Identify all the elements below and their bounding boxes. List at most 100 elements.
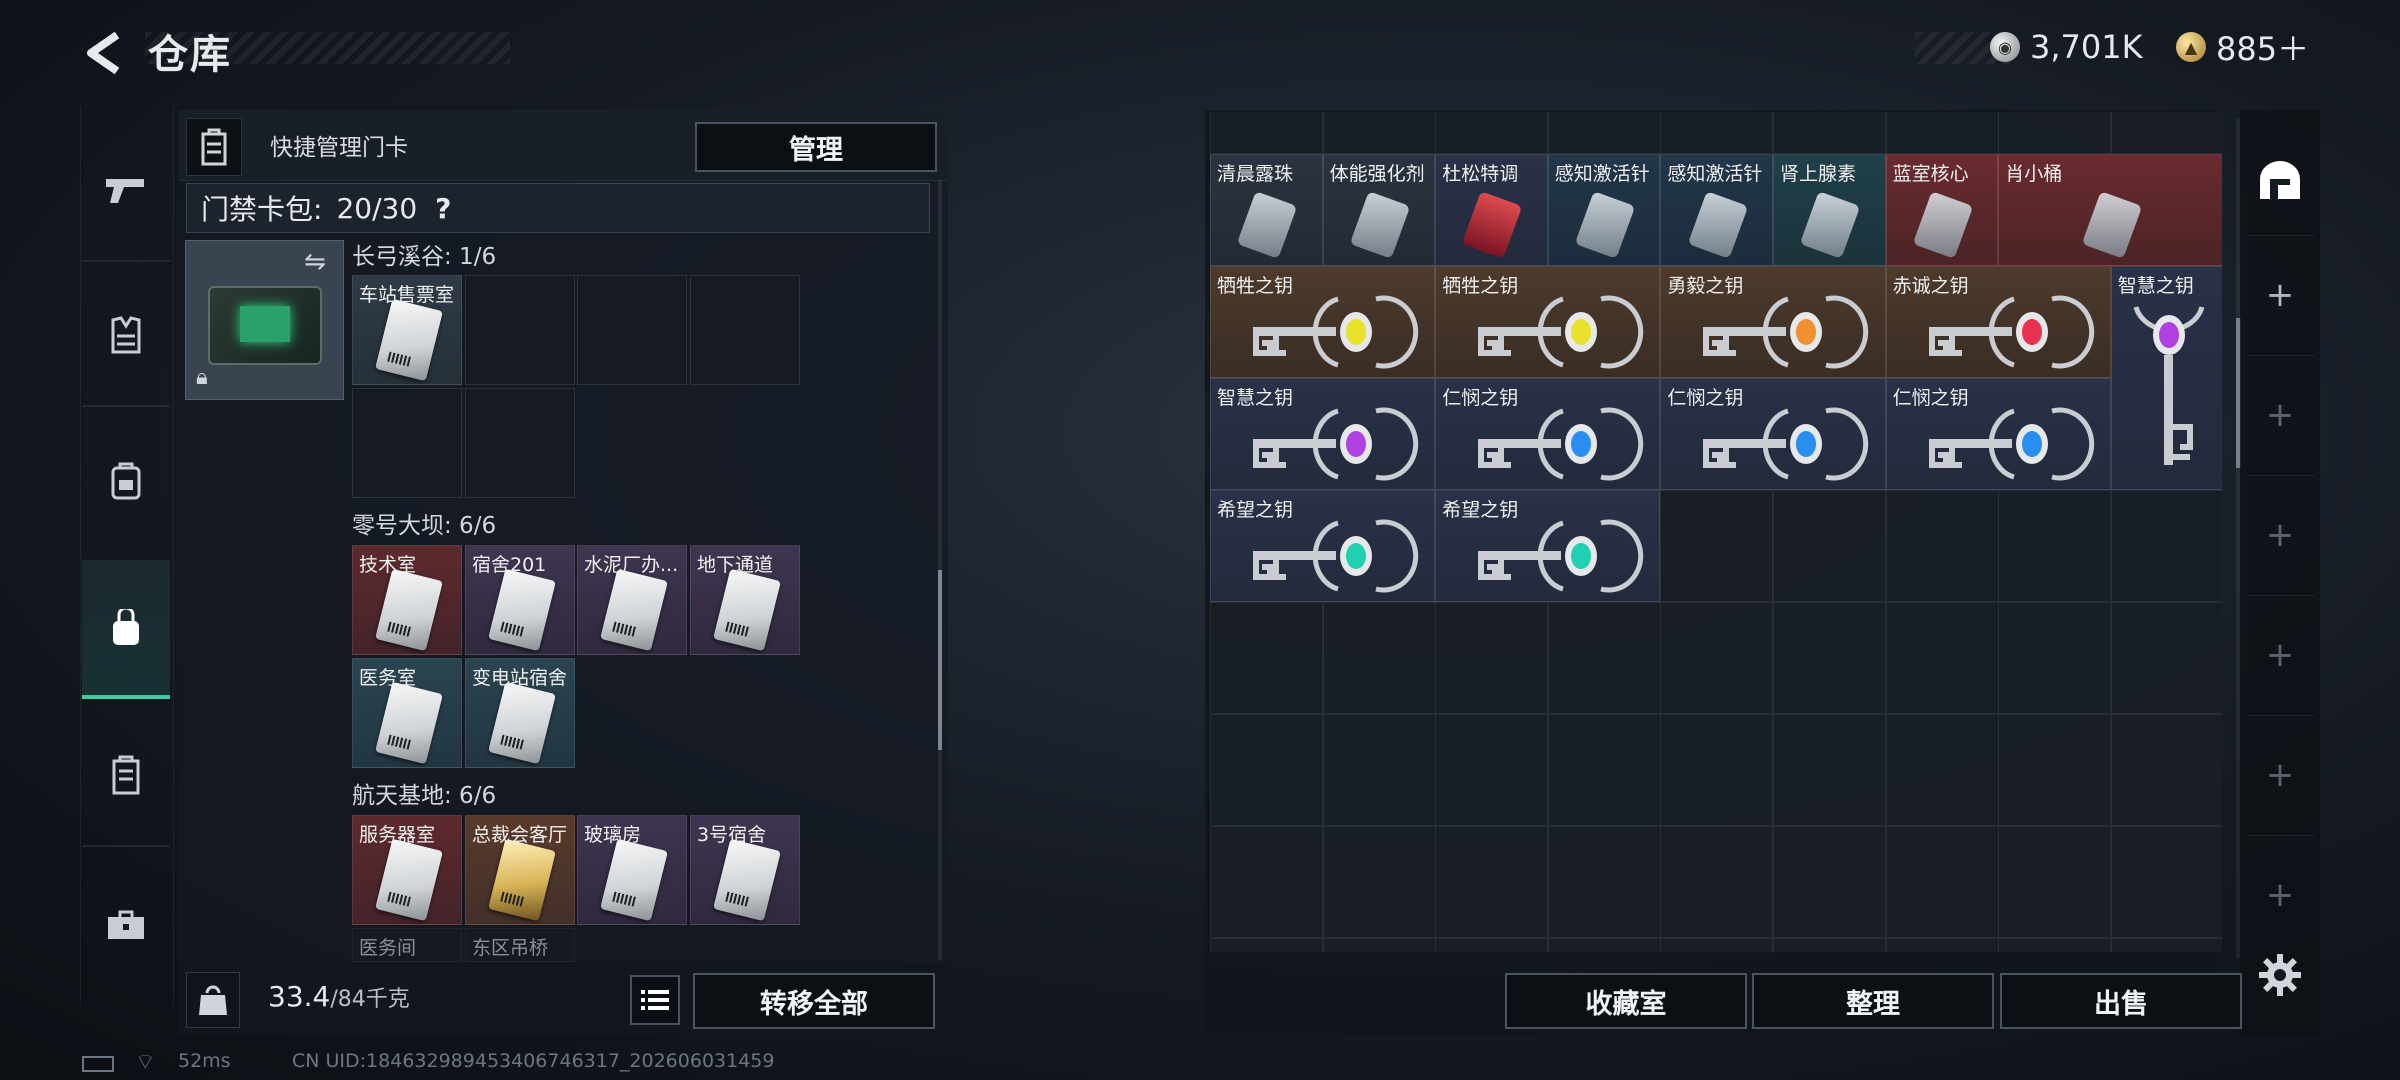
key-item[interactable]: 赤诚之钥: [1885, 266, 2111, 378]
grid-cell[interactable]: [1547, 112, 1661, 154]
inventory-item[interactable]: 蓝室核心: [1885, 154, 1999, 266]
grid-cell[interactable]: [1885, 714, 1999, 826]
transfer-all-button[interactable]: 转移全部: [693, 973, 935, 1029]
keycard-slot[interactable]: 宿舍201: [465, 545, 575, 655]
sell-button[interactable]: 出售: [2000, 973, 2242, 1029]
grid-cell[interactable]: [2110, 602, 2222, 714]
grid-cell[interactable]: [1885, 490, 1999, 602]
grid-cell[interactable]: [2110, 714, 2222, 826]
nav-keycard-case[interactable]: [82, 560, 170, 699]
keycard-slot[interactable]: 总裁会客厅: [465, 815, 575, 925]
keycard-slot[interactable]: 3号宿舍: [690, 815, 800, 925]
grid-cell[interactable]: [1998, 112, 2112, 154]
left-scrollbar[interactable]: [938, 180, 942, 960]
grid-cell[interactable]: [1435, 938, 1549, 952]
key-item[interactable]: 希望之钥: [1210, 490, 1436, 602]
grid-cell[interactable]: [1435, 826, 1549, 938]
collection-room-button[interactable]: 收藏室: [1505, 973, 1747, 1029]
inventory-item[interactable]: 肖小桶: [1998, 154, 2222, 266]
grid-cell[interactable]: [1660, 938, 1774, 952]
settings-gear-icon[interactable]: [2255, 950, 2305, 1000]
inventory-item[interactable]: 感知激活针: [1547, 154, 1661, 266]
keycard-case-slot[interactable]: ⇋ 🔒︎: [185, 240, 344, 400]
grid-cell[interactable]: [1435, 602, 1549, 714]
tab-add-6[interactable]: +: [2245, 840, 2315, 950]
grid-cell[interactable]: [1322, 938, 1436, 952]
manage-button[interactable]: 管理: [695, 122, 937, 172]
grid-cell[interactable]: [1547, 602, 1661, 714]
inventory-item[interactable]: 肾上腺素: [1773, 154, 1886, 266]
key-item[interactable]: 仁悯之钥: [1435, 378, 1661, 490]
sort-button[interactable]: 整理: [1752, 973, 1994, 1029]
grid-cell[interactable]: [1885, 938, 1999, 952]
grid-cell[interactable]: [1998, 602, 2112, 714]
grid-cell[interactable]: [1998, 714, 2112, 826]
nav-armor[interactable]: [82, 290, 170, 380]
key-item[interactable]: 仁悯之钥: [1660, 378, 1886, 490]
swap-icon[interactable]: ⇋: [304, 247, 326, 277]
key-item[interactable]: 牺牲之钥: [1435, 266, 1661, 378]
grid-cell[interactable]: [1435, 112, 1549, 154]
inventory-item[interactable]: 清晨露珠: [1210, 154, 1323, 266]
grid-cell[interactable]: [1998, 826, 2112, 938]
grid-cell[interactable]: [1773, 714, 1886, 826]
grid-cell[interactable]: [1210, 112, 1323, 154]
key-item[interactable]: 智慧之钥: [2110, 266, 2222, 490]
keycard-slot[interactable]: 地下通道: [690, 545, 800, 655]
grid-cell[interactable]: [1773, 602, 1886, 714]
key-item[interactable]: 希望之钥: [1435, 490, 1661, 602]
grid-cell[interactable]: [1660, 714, 1774, 826]
grid-cell[interactable]: [2110, 112, 2222, 154]
grid-cell[interactable]: [1998, 490, 2112, 602]
grid-cell[interactable]: [1998, 938, 2112, 952]
grid-cell[interactable]: [1773, 490, 1886, 602]
grid-cell[interactable]: [2110, 938, 2222, 952]
keycard-slot-empty[interactable]: [352, 388, 462, 498]
grid-cell[interactable]: [1322, 826, 1436, 938]
nav-weapon[interactable]: [82, 145, 170, 235]
keycard-slot[interactable]: 服务器室: [352, 815, 462, 925]
keycard-slot[interactable]: 医务间: [352, 928, 462, 962]
grid-cell[interactable]: [1885, 112, 1999, 154]
help-icon[interactable]: ?: [435, 192, 451, 225]
grid-cell[interactable]: [1885, 602, 1999, 714]
keycard-slot-empty[interactable]: [577, 275, 687, 385]
inventory-item[interactable]: 感知激活针: [1660, 154, 1773, 266]
nav-backpack[interactable]: [82, 435, 170, 525]
grid-cell[interactable]: [1547, 826, 1661, 938]
tab-add-2[interactable]: +: [2245, 360, 2315, 470]
grid-cell[interactable]: [2110, 826, 2222, 938]
left-scrollbar-thumb[interactable]: [938, 570, 942, 750]
grid-cell[interactable]: [1210, 602, 1323, 714]
keycard-slot-empty[interactable]: [465, 275, 575, 385]
back-button[interactable]: [78, 28, 128, 78]
grid-cell[interactable]: [1660, 602, 1774, 714]
keycard-slot[interactable]: 变电站宿舍: [465, 658, 575, 768]
grid-cell[interactable]: [1660, 826, 1774, 938]
nav-chest-rig[interactable]: [82, 730, 170, 820]
grid-cell[interactable]: [1773, 826, 1886, 938]
key-item[interactable]: 勇毅之钥: [1660, 266, 1886, 378]
grid-cell[interactable]: [1773, 938, 1886, 952]
inventory-item[interactable]: 体能强化剂: [1322, 154, 1436, 266]
grid-cell[interactable]: [2110, 490, 2222, 602]
tab-add-3[interactable]: +: [2245, 480, 2315, 590]
grid-cell[interactable]: [1773, 112, 1886, 154]
grid-cell[interactable]: [1547, 714, 1661, 826]
grid-cell[interactable]: [1322, 112, 1436, 154]
currency-gold[interactable]: ▲ 885＋: [2176, 27, 2309, 68]
key-item[interactable]: 仁悯之钥: [1885, 378, 2111, 490]
keycard-slot-empty[interactable]: [690, 275, 800, 385]
inventory-item[interactable]: 杜松特调: [1435, 154, 1548, 266]
tab-warehouse-main[interactable]: [2245, 125, 2315, 235]
list-view-button[interactable]: [630, 975, 680, 1025]
keycard-slot[interactable]: 东区吊桥: [465, 928, 575, 962]
keycard-slot[interactable]: 医务室: [352, 658, 462, 768]
grid-cell[interactable]: [1210, 826, 1323, 938]
tab-add-5[interactable]: +: [2245, 720, 2315, 830]
keycard-slot[interactable]: 车站售票室: [352, 275, 462, 385]
tab-add-1[interactable]: +: [2245, 240, 2315, 350]
keycard-slot[interactable]: 水泥厂办...: [577, 545, 687, 655]
tab-add-4[interactable]: +: [2245, 600, 2315, 710]
grid-cell[interactable]: [1885, 826, 1999, 938]
